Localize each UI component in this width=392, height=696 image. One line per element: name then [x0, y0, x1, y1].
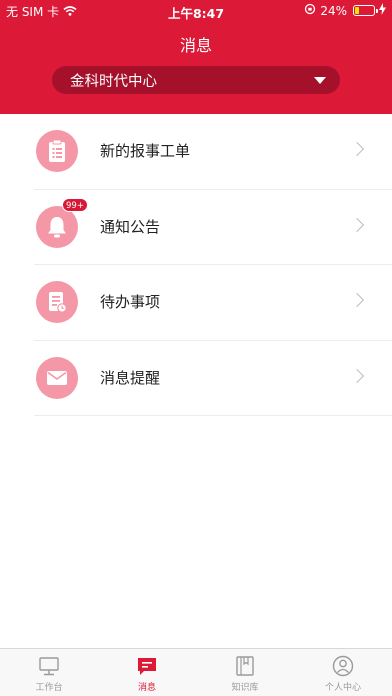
tab-label: 工作台 [35, 683, 63, 693]
status-right: 24% [304, 3, 386, 18]
chevron-down-icon [314, 77, 326, 84]
todo-document-icon [36, 281, 78, 323]
battery-fill [355, 7, 359, 14]
charging-icon [379, 3, 386, 18]
tab-knowledge[interactable]: 知识库 [196, 649, 294, 696]
list-item-announcements[interactable]: 99+ 通知公告 [34, 190, 392, 265]
project-select-value: 金科时代中心 [70, 73, 157, 90]
list-item-todos[interactable]: 待办事项 [34, 265, 392, 341]
book-icon [234, 655, 256, 677]
tab-bar: 工作台 消息 知识库 个人中心 [0, 648, 392, 696]
battery-text: 24% [320, 3, 347, 18]
list-item-label: 新的报事工单 [100, 142, 191, 160]
clipboard-icon [36, 130, 78, 172]
message-list: 新的报事工单 99+ 通知公告 待办事项 消息提醒 [0, 114, 392, 416]
monitor-icon [38, 655, 60, 677]
unread-badge: 99+ [62, 197, 88, 212]
header: 无 SIM 卡 上午8:47 24% 消息 金科时代中心 [0, 0, 392, 114]
chevron-right-icon [349, 368, 365, 383]
tab-label: 个人中心 [324, 683, 361, 693]
envelope-icon [36, 356, 78, 399]
person-icon [332, 655, 354, 677]
list-item-label: 待办事项 [100, 293, 161, 311]
chevron-right-icon [349, 141, 365, 157]
tab-profile[interactable]: 个人中心 [294, 649, 392, 696]
tab-messages[interactable]: 消息 [98, 649, 196, 696]
page-title: 消息 [179, 36, 212, 55]
battery-icon [353, 5, 378, 16]
tab-label: 知识库 [231, 683, 259, 693]
project-select[interactable]: 金科时代中心 [52, 66, 340, 94]
list-item-label: 通知公告 [100, 217, 161, 236]
status-bar: 无 SIM 卡 上午8:47 24% [0, 0, 392, 22]
chevron-right-icon [349, 217, 365, 232]
list-item-label: 消息提醒 [100, 368, 161, 387]
tab-label: 消息 [137, 683, 156, 693]
tab-workbench[interactable]: 工作台 [0, 649, 98, 696]
list-item-reminders[interactable]: 消息提醒 [34, 341, 392, 416]
list-item-new-tickets[interactable]: 新的报事工单 [34, 114, 392, 190]
orientation-lock-icon [304, 3, 316, 18]
battery-tip [376, 9, 378, 13]
message-icon [136, 655, 158, 677]
chevron-right-icon [349, 292, 365, 308]
